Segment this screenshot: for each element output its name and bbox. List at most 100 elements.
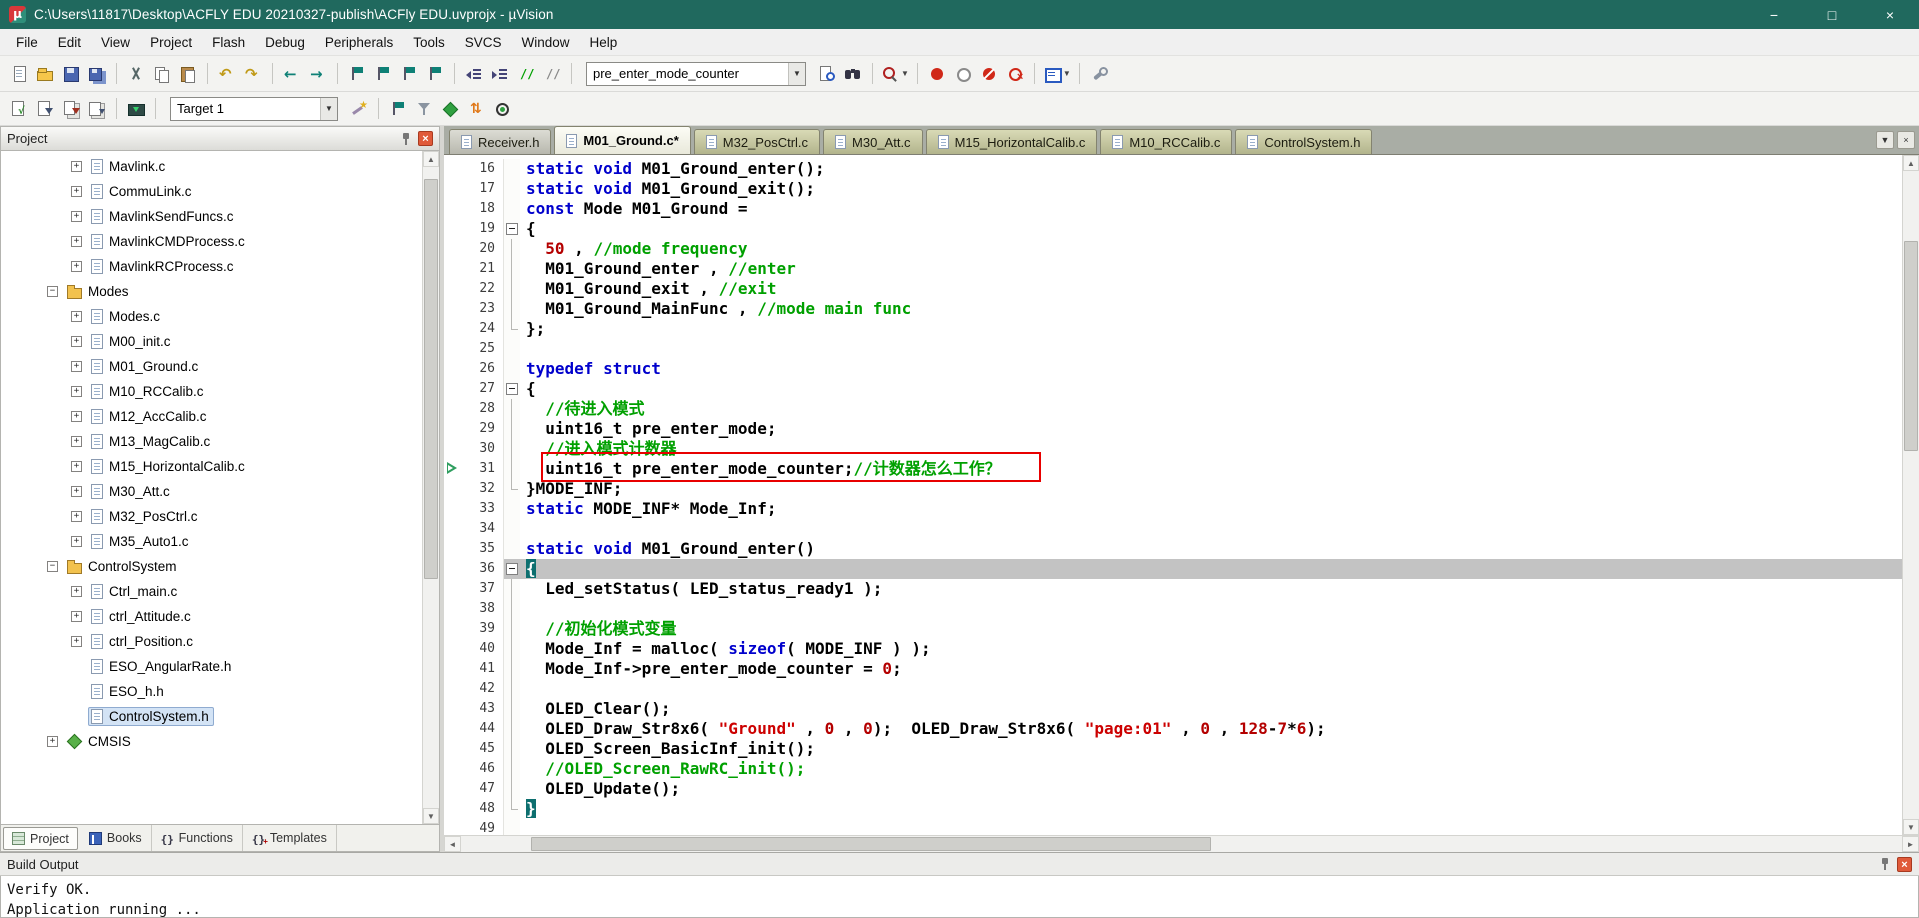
line-number[interactable]: 34 [460, 519, 504, 539]
breakpoint-margin[interactable] [444, 619, 460, 639]
options-wand-button[interactable] [346, 96, 372, 122]
line-number[interactable]: 46 [460, 759, 504, 779]
code-line[interactable]: 28 //待进入模式 [444, 399, 1902, 419]
workspace-tab-project[interactable]: Project [3, 827, 78, 850]
tree-item-mavlinkcmdprocess-c[interactable]: + MavlinkCMDProcess.c [1, 229, 439, 254]
line-number[interactable]: 40 [460, 639, 504, 659]
code-text[interactable]: M01_Ground_exit , //exit [520, 279, 1902, 299]
tree-item-m01-ground-c[interactable]: + M01_Ground.c [1, 354, 439, 379]
code-line[interactable]: 24}; [444, 319, 1902, 339]
fold-toggle-icon[interactable] [504, 379, 520, 399]
expand-toggle-icon[interactable]: + [71, 536, 82, 547]
breakpoint-margin[interactable] [444, 739, 460, 759]
filter-button[interactable] [411, 96, 437, 122]
chevron-down-icon[interactable]: ▼ [1063, 69, 1071, 78]
code-text[interactable]: { [520, 559, 1902, 579]
line-number[interactable]: 41 [460, 659, 504, 679]
breakpoint-margin[interactable] [444, 419, 460, 439]
line-number[interactable]: 19 [460, 219, 504, 239]
line-number[interactable]: 33 [460, 499, 504, 519]
expand-toggle-icon[interactable]: + [47, 736, 58, 747]
tree-item-eso-angularrate-h[interactable]: ESO_AngularRate.h [1, 654, 439, 679]
line-number[interactable]: 47 [460, 779, 504, 799]
line-number[interactable]: 42 [460, 679, 504, 699]
breakpoint-margin[interactable] [444, 639, 460, 659]
breakpoint-margin[interactable] [444, 159, 460, 179]
tab-m15-horizontalcalib-c[interactable]: M15_HorizontalCalib.c [925, 129, 1098, 154]
code-line[interactable]: 16 static void M01_Ground_enter(); [444, 159, 1902, 179]
expand-toggle-icon[interactable]: + [71, 311, 82, 322]
breakpoint-margin[interactable] [444, 499, 460, 519]
workspace-tab-functions[interactable]: Functions [152, 825, 243, 851]
tree-item-controlsystem[interactable]: − ControlSystem [1, 554, 439, 579]
scrollbar-track[interactable] [1903, 171, 1919, 819]
breakpoint-margin[interactable] [444, 439, 460, 459]
breakpoint-margin[interactable] [444, 519, 460, 539]
code-text[interactable]: OLED_Update(); [520, 779, 1902, 799]
code-line[interactable]: 42 [444, 679, 1902, 699]
code-text[interactable]: { [520, 379, 1902, 399]
scroll-down-button[interactable]: ▼ [1903, 819, 1919, 835]
fold-toggle-icon[interactable] [504, 559, 520, 579]
tree-item-m13-magcalib-c[interactable]: + M13_MagCalib.c [1, 429, 439, 454]
code-line[interactable]: 38 [444, 599, 1902, 619]
breakpoint-margin[interactable] [444, 179, 460, 199]
line-number[interactable]: 24 [460, 319, 504, 339]
collapse-toggle-icon[interactable]: − [47, 286, 58, 297]
line-number[interactable]: 16 [460, 159, 504, 179]
line-number[interactable]: 39 [460, 619, 504, 639]
code-line[interactable]: 47 OLED_Update(); [444, 779, 1902, 799]
code-line[interactable]: 39 //初始化模式变量 [444, 619, 1902, 639]
code-line[interactable]: 41 Mode_Inf->pre_enter_mode_counter = 0; [444, 659, 1902, 679]
code-line[interactable]: 18 const Mode M01_Ground = [444, 199, 1902, 219]
breakpoint-margin[interactable] [444, 679, 460, 699]
breakpoint-margin[interactable] [444, 199, 460, 219]
navigate-forward-button[interactable] [305, 61, 331, 87]
tab-m10-rccalib-c[interactable]: M10_RCCalib.c [1100, 129, 1233, 154]
load-button[interactable] [123, 96, 149, 122]
project-tree-scrollbar[interactable]: ▲ ▼ [422, 151, 439, 824]
code-line[interactable]: 40 Mode_Inf = malloc( sizeof( MODE_INF )… [444, 639, 1902, 659]
binoculars-button[interactable] [840, 61, 866, 87]
menu-tools[interactable]: Tools [403, 29, 455, 55]
code-line[interactable]: 22 M01_Ground_exit , //exit [444, 279, 1902, 299]
editor-vscrollbar[interactable]: ▲ ▼ [1902, 155, 1919, 835]
breakpoint-margin[interactable] [444, 359, 460, 379]
open-file-button[interactable] [32, 61, 58, 87]
incremental-find-button[interactable]: ▼ [879, 61, 911, 87]
breakpoint-margin[interactable] [444, 319, 460, 339]
code-editor[interactable]: 16 static void M01_Ground_enter(); 17 stati… [444, 155, 1902, 835]
code-text[interactable]: }; [520, 319, 1902, 339]
save-all-button[interactable] [84, 61, 110, 87]
symbol-combobox[interactable]: pre_enter_mode_counter ▼ [586, 61, 806, 86]
scrollbar-track[interactable] [423, 167, 439, 808]
tree-item-m10-rccalib-c[interactable]: + M10_RCCalib.c [1, 379, 439, 404]
code-text[interactable]: typedef struct [520, 359, 1902, 379]
code-text[interactable]: Led_setStatus( LED_status_ready1 ); [520, 579, 1902, 599]
expand-toggle-icon[interactable]: + [71, 236, 82, 247]
breakpoint-margin[interactable] [444, 819, 460, 835]
line-number[interactable]: 26 [460, 359, 504, 379]
expand-toggle-icon[interactable]: + [71, 511, 82, 522]
line-number[interactable]: 36 [460, 559, 504, 579]
tree-item-m32-posctrl-c[interactable]: + M32_PosCtrl.c [1, 504, 439, 529]
tab-receiver-h[interactable]: Receiver.h [449, 129, 552, 154]
code-line[interactable]: 17 static void M01_Ground_exit(); [444, 179, 1902, 199]
undo-button[interactable] [214, 61, 240, 87]
code-text[interactable]: OLED_Draw_Str8x6( "Ground" , 0 , 0); OLE… [520, 719, 1902, 739]
menu-flash[interactable]: Flash [202, 29, 255, 55]
tree-item-m12-acccalib-c[interactable]: + M12_AccCalib.c [1, 404, 439, 429]
menu-edit[interactable]: Edit [48, 29, 91, 55]
code-text[interactable]: M01_Ground_enter , //enter [520, 259, 1902, 279]
breakpoint-toggle-button[interactable] [924, 61, 950, 87]
breakpoint-margin[interactable] [444, 779, 460, 799]
tree-item-cmsis[interactable]: + CMSIS [1, 729, 439, 754]
line-number[interactable]: 20 [460, 239, 504, 259]
breakpoint-margin[interactable] [444, 559, 460, 579]
tree-item-ctrl-attitude-c[interactable]: + ctrl_Attitude.c [1, 604, 439, 629]
unindent-button[interactable] [461, 61, 487, 87]
expand-toggle-icon[interactable]: + [71, 386, 82, 397]
code-text[interactable]: OLED_Screen_BasicInf_init(); [520, 739, 1902, 759]
code-line[interactable]: 45 OLED_Screen_BasicInf_init(); [444, 739, 1902, 759]
maximize-button[interactable]: □ [1803, 0, 1861, 29]
